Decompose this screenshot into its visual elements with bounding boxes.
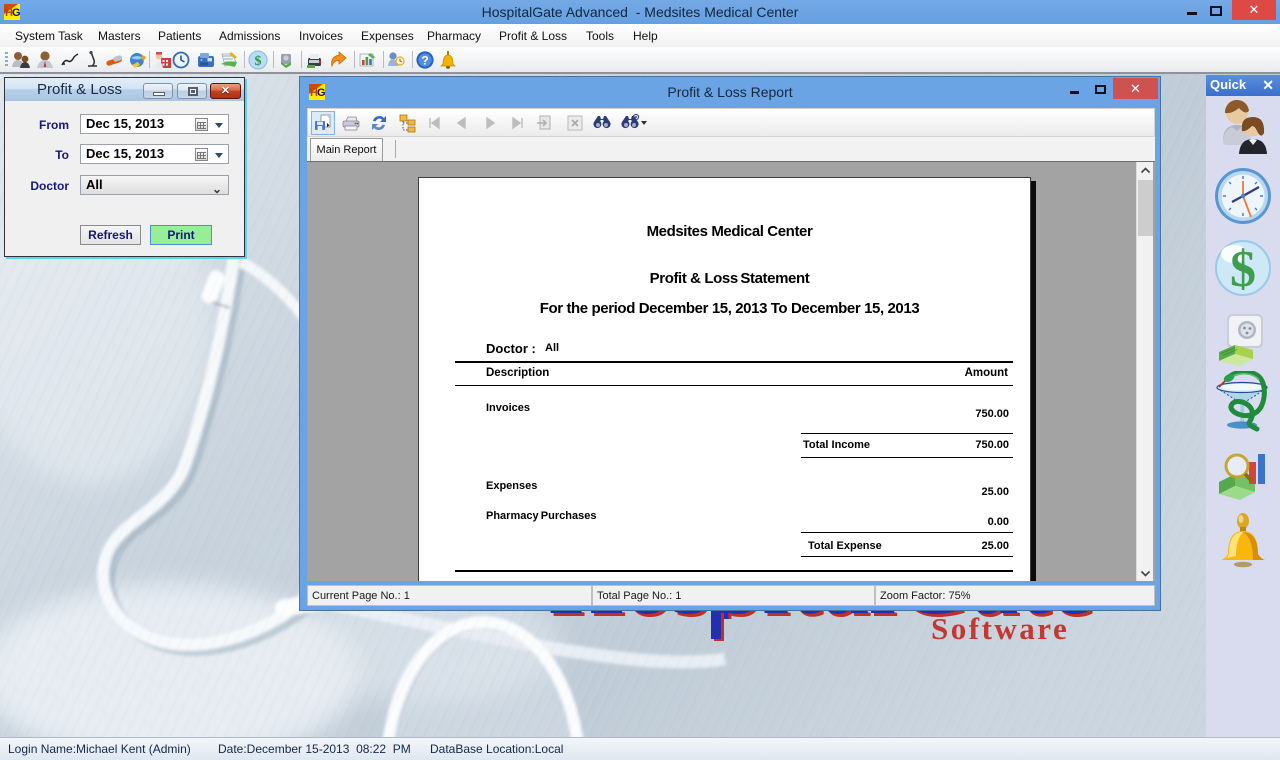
svg-text:?: ? <box>421 54 428 68</box>
svg-text:$: $ <box>255 54 262 69</box>
svg-text:$: $ <box>1230 241 1256 298</box>
